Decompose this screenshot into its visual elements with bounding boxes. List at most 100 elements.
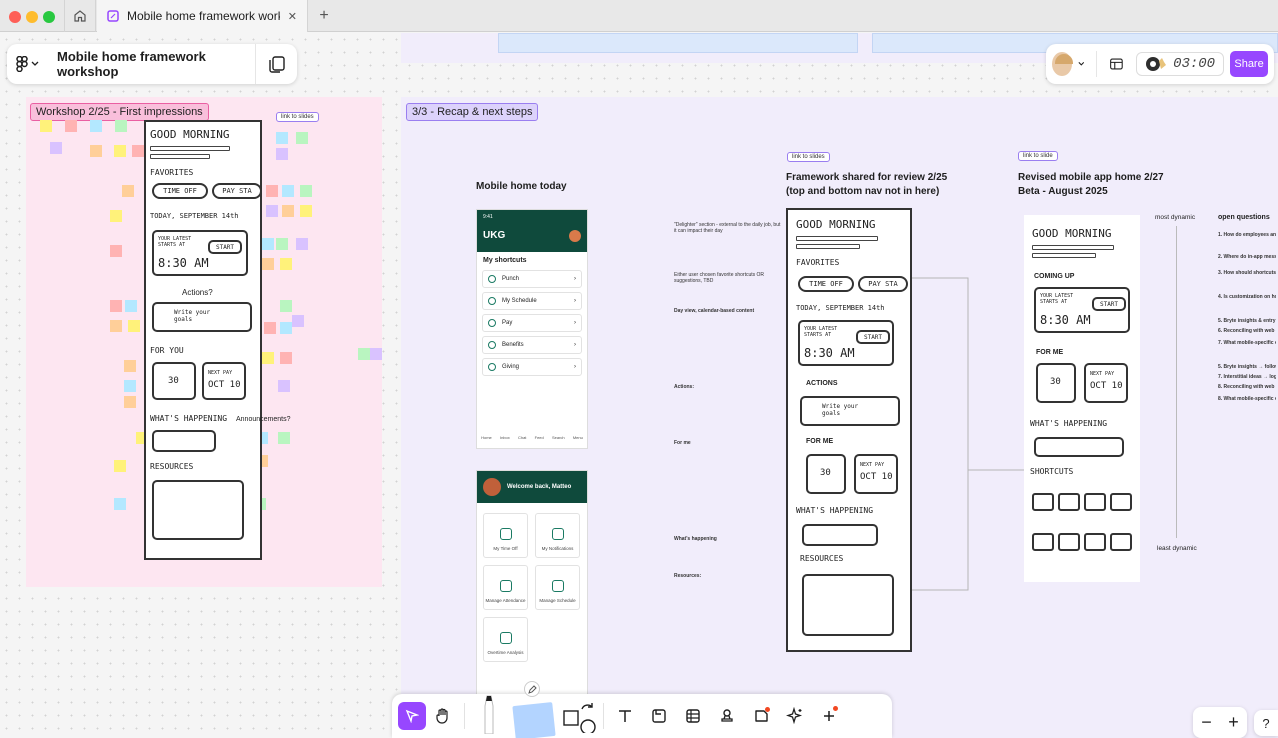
sticky-note[interactable] bbox=[266, 185, 278, 197]
pages-button[interactable] bbox=[255, 44, 297, 84]
link-to-slide-tag-3[interactable]: link to slide bbox=[1018, 151, 1058, 161]
phone-nav-item[interactable]: Menu bbox=[573, 435, 583, 440]
sketch-first-impressions[interactable]: GOOD MORNING FAVORITES TIME OFF PAY STA … bbox=[140, 118, 290, 564]
sticky-note[interactable] bbox=[110, 245, 122, 257]
close-tab-icon[interactable]: ✕ bbox=[288, 10, 297, 23]
sketch-framework[interactable]: GOOD MORNING FAVORITES TIME OFF PAY STA … bbox=[786, 208, 912, 652]
sketch2-resources: RESOURCES bbox=[800, 554, 844, 563]
tile-label: Manage Attendance bbox=[485, 598, 526, 603]
link-to-slides-tag-2[interactable]: link to slides bbox=[787, 152, 830, 162]
phone-tile[interactable]: Overtime Analysis bbox=[483, 617, 528, 662]
zoom-in-button[interactable]: + bbox=[1228, 712, 1239, 733]
shape-tool[interactable] bbox=[559, 699, 599, 733]
open-question-item: 2. Where do in-app messaging p bbox=[1218, 254, 1276, 260]
marker-tool[interactable] bbox=[469, 694, 509, 738]
user-avatar[interactable] bbox=[1052, 52, 1073, 76]
sticky-note[interactable] bbox=[114, 460, 126, 472]
select-tool[interactable] bbox=[398, 702, 426, 730]
sticky-note[interactable] bbox=[110, 300, 122, 312]
sticky-note[interactable] bbox=[280, 322, 292, 334]
sketch3-shift-card: YOUR LATEST STARTS AT 8:30 AM START bbox=[1034, 287, 1130, 333]
sticky-note[interactable] bbox=[296, 132, 308, 144]
sticky-note[interactable] bbox=[292, 315, 304, 327]
phone-shortcut-row[interactable]: My Schedule › bbox=[482, 292, 582, 310]
sticky-note[interactable] bbox=[90, 145, 102, 157]
file-name[interactable]: Mobile home framework workshop bbox=[47, 49, 255, 79]
sticky-note[interactable] bbox=[276, 148, 288, 160]
sticky-note-tool[interactable] bbox=[509, 694, 559, 738]
sticky-note[interactable] bbox=[266, 205, 278, 217]
sticky-note[interactable] bbox=[110, 210, 122, 222]
ai-tool[interactable] bbox=[778, 699, 812, 733]
sticky-note[interactable] bbox=[90, 120, 102, 132]
share-button[interactable]: Share bbox=[1230, 51, 1269, 77]
phone-shortcut-row[interactable]: Giving › bbox=[482, 358, 582, 376]
maximize-window-button[interactable] bbox=[43, 11, 55, 23]
phone-shortcut-row[interactable]: Benefits › bbox=[482, 336, 582, 354]
hand-tool[interactable] bbox=[426, 699, 460, 733]
section-tool[interactable] bbox=[642, 699, 676, 733]
phone-nav-item[interactable]: Chat bbox=[518, 435, 526, 440]
sticky-note[interactable] bbox=[278, 432, 290, 444]
phone-shortcut-row[interactable]: Pay › bbox=[482, 314, 582, 332]
more-tools-button[interactable] bbox=[812, 699, 846, 733]
sticky-note[interactable] bbox=[128, 320, 140, 332]
main-menu-button[interactable] bbox=[7, 44, 47, 84]
sticky-note[interactable] bbox=[114, 498, 126, 510]
sticky-note[interactable] bbox=[122, 185, 134, 197]
sticky-note[interactable] bbox=[124, 380, 136, 392]
phone-mock-current[interactable]: 9:41 UKG My shortcuts Punch › My Schedule ›… bbox=[476, 209, 588, 449]
link-to-slides-tag-1[interactable]: link to slides bbox=[276, 112, 319, 122]
phone-nav-item[interactable]: Search bbox=[552, 435, 565, 440]
sticky-note[interactable] bbox=[65, 120, 77, 132]
phone-shortcut-row[interactable]: Punch › bbox=[482, 270, 582, 288]
tab-active-file[interactable]: Mobile home framework workshop ✕ bbox=[97, 0, 308, 32]
sticky-note[interactable] bbox=[278, 380, 290, 392]
sketch-revised[interactable]: GOOD MORNING COMING UP YOUR LATEST START… bbox=[1024, 215, 1140, 582]
sticky-note[interactable] bbox=[370, 348, 382, 360]
sticky-note[interactable] bbox=[114, 145, 126, 157]
close-window-button[interactable] bbox=[9, 11, 21, 23]
sticky-note[interactable] bbox=[282, 205, 294, 217]
home-tab[interactable] bbox=[64, 0, 96, 32]
sticky-note[interactable] bbox=[300, 205, 312, 217]
sticky-note[interactable] bbox=[124, 396, 136, 408]
sticky-note[interactable] bbox=[280, 258, 292, 270]
sticky-note[interactable] bbox=[115, 120, 127, 132]
layout-toggle-icon[interactable] bbox=[1109, 55, 1124, 73]
sticky-note[interactable] bbox=[50, 142, 62, 154]
new-tab-button[interactable]: + bbox=[314, 6, 334, 26]
phone-tile[interactable]: My Notifications bbox=[535, 513, 580, 558]
sticky-note[interactable] bbox=[280, 300, 292, 312]
widget-tool[interactable] bbox=[744, 699, 778, 733]
phone-nav-item[interactable]: Feed bbox=[535, 435, 544, 440]
help-button[interactable]: ? bbox=[1254, 710, 1278, 736]
minimize-window-button[interactable] bbox=[26, 11, 38, 23]
timer-widget[interactable]: 03:00 bbox=[1136, 52, 1225, 76]
section-label-recap[interactable]: 3/3 - Recap & next steps bbox=[406, 103, 539, 121]
sticky-note[interactable] bbox=[296, 238, 308, 250]
sticky-note[interactable] bbox=[124, 360, 136, 372]
sticky-note[interactable] bbox=[40, 120, 52, 132]
phone-mock-manager[interactable]: Welcome back, Matteo My Time Off My Notif… bbox=[476, 470, 588, 704]
sticky-note[interactable] bbox=[280, 352, 292, 364]
stamp-tool[interactable] bbox=[710, 699, 744, 733]
table-tool[interactable] bbox=[676, 699, 710, 733]
zoom-out-button[interactable]: − bbox=[1201, 712, 1212, 733]
sticky-note[interactable] bbox=[110, 320, 122, 332]
edit-comment-button[interactable] bbox=[524, 681, 540, 697]
phone-tile[interactable]: My Time Off bbox=[483, 513, 528, 558]
text-tool[interactable] bbox=[608, 699, 642, 733]
cursor-icon bbox=[405, 709, 419, 723]
sticky-note[interactable] bbox=[300, 185, 312, 197]
chevron-down-icon[interactable] bbox=[1078, 61, 1085, 67]
phone-tile[interactable]: Manage Schedule bbox=[535, 565, 580, 610]
phone-tile[interactable]: Manage Attendance bbox=[483, 565, 528, 610]
sticky-note[interactable] bbox=[276, 132, 288, 144]
sticky-note[interactable] bbox=[125, 300, 137, 312]
phone-nav-item[interactable]: Home bbox=[481, 435, 492, 440]
sticky-note[interactable] bbox=[282, 185, 294, 197]
sticky-note[interactable] bbox=[276, 238, 288, 250]
phone-nav-item[interactable]: Inbox bbox=[500, 435, 510, 440]
sticky-note[interactable] bbox=[358, 348, 370, 360]
